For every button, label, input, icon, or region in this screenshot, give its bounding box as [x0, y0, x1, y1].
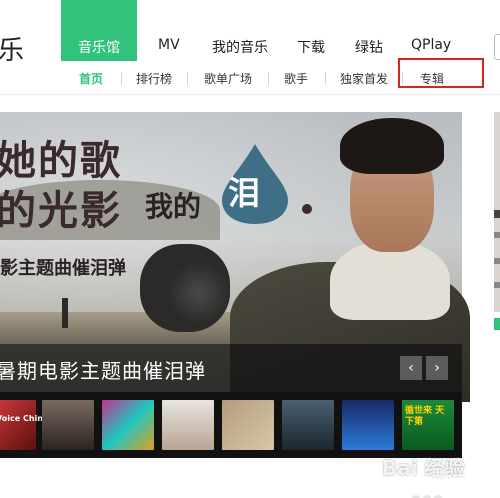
- tab-music-hall[interactable]: 音乐馆: [61, 0, 137, 61]
- search-input[interactable]: [494, 34, 500, 60]
- thumbnail-voice-china[interactable]: Voice China: [0, 400, 48, 450]
- next-arrow-icon[interactable]: ›: [426, 356, 448, 380]
- thumbnail-singer-1[interactable]: [42, 400, 94, 450]
- subnav-divider: [268, 72, 269, 85]
- banner-title-line3: 影主题曲催泪弹: [0, 258, 126, 279]
- tab-green-diamond[interactable]: 绿钻: [355, 37, 383, 57]
- page-root: 乐 音乐馆 MV 我的音乐 下载 绿钻 QPlay 首页 排行榜 歌单广场 歌手…: [0, 0, 500, 498]
- subnav-singers[interactable]: 歌手: [284, 70, 308, 87]
- watermark-url: jingyan.baidu.com: [410, 474, 494, 484]
- thumbnail-singer-2[interactable]: [102, 400, 154, 450]
- subnav-divider: [325, 72, 326, 85]
- thumbnail-singer-5[interactable]: [282, 400, 334, 450]
- banner-distant-figure: [62, 298, 68, 328]
- prev-arrow-icon[interactable]: ‹: [400, 356, 422, 380]
- carousel-dots: [412, 488, 452, 498]
- tab-mv[interactable]: MV: [158, 37, 180, 53]
- side-panel-green-badge[interactable]: [494, 318, 500, 330]
- tab-my-music[interactable]: 我的音乐: [212, 37, 268, 57]
- side-panel-text: [494, 232, 500, 238]
- side-panel-text: [494, 210, 500, 218]
- annotation-highlight-box: [398, 58, 484, 88]
- subnav-exclusive[interactable]: 独家首发: [340, 70, 388, 87]
- subnav-divider: [187, 72, 188, 85]
- banner-caption[interactable]: 暑期电影主题曲催泪弹: [0, 355, 206, 384]
- subnav-charts[interactable]: 排行榜: [136, 70, 172, 87]
- banner-title-line2: 的光影: [0, 187, 122, 234]
- side-panel-text: [494, 258, 500, 264]
- subnav-home[interactable]: 首页: [79, 70, 103, 87]
- thumbnail-singer-3[interactable]: [162, 400, 214, 450]
- thumbnail-album-promo[interactable]: 循世来 天下第: [402, 400, 454, 450]
- header-divider: [0, 94, 500, 95]
- thumbnail-singer-6[interactable]: [342, 400, 394, 450]
- banner-thumbnail-strip: Voice China 循世来 天下第: [0, 392, 462, 458]
- thumbnail-label: 循世来 天下第: [405, 406, 445, 427]
- thumbnail-singer-4[interactable]: [222, 400, 274, 450]
- banner-title-sub: 我的: [145, 190, 202, 223]
- banner-man-collar: [330, 240, 450, 320]
- banner-caption-bar[interactable]: 暑期电影主题曲催泪弹: [0, 344, 462, 392]
- banner-man-hair: [340, 118, 444, 174]
- banner-title-drop: 泪: [228, 174, 261, 212]
- subnav-playlist-square[interactable]: 歌单广场: [204, 70, 252, 87]
- main-nav: 音乐馆 MV 我的音乐 下载 绿钻 QPlay: [0, 0, 500, 62]
- subnav-divider: [121, 72, 122, 85]
- tab-qplay[interactable]: QPlay: [411, 37, 451, 53]
- side-panel-text: [494, 282, 500, 288]
- tab-download[interactable]: 下载: [297, 37, 325, 57]
- banner-camera-lens: [168, 262, 230, 324]
- banner-title-period: [302, 204, 312, 214]
